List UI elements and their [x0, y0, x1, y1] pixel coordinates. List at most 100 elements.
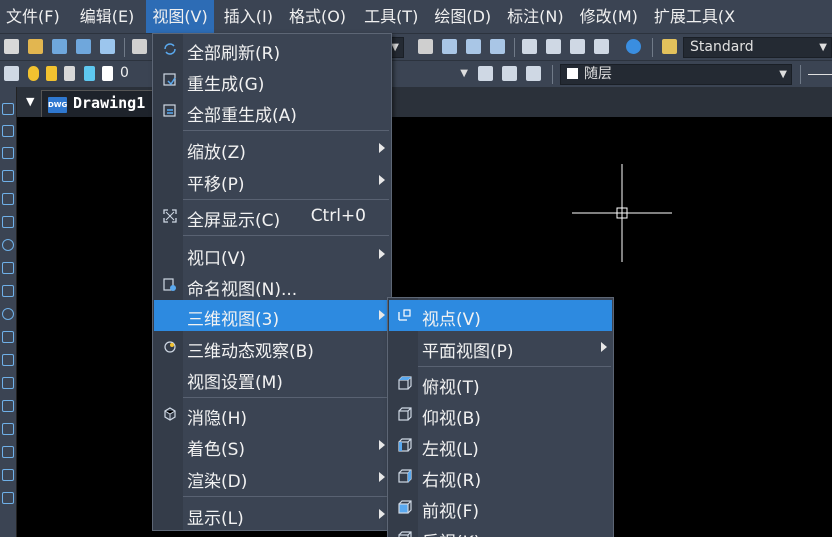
menu-item-label: 命名视图(N)... [187, 280, 298, 300]
menu-item-left-view[interactable]: 左视(L) [389, 430, 612, 461]
layer-dropdown[interactable]: ▼ [390, 64, 472, 85]
line-tool-icon[interactable] [2, 103, 14, 115]
menu-separator [183, 235, 389, 236]
tool-palette-icon[interactable] [570, 39, 585, 54]
menu-item-viewpoint[interactable]: 视点(V) [389, 300, 612, 331]
menu-item-right-view[interactable]: 右视(R) [389, 461, 612, 492]
ellipse-arc-icon[interactable] [2, 331, 14, 343]
insert-block-icon[interactable] [2, 354, 14, 366]
properties-icon[interactable] [522, 39, 537, 54]
layer-toolbar: 0 ▼ 随层 ▼ [0, 60, 832, 87]
spline-tool-icon[interactable] [2, 285, 14, 297]
menu-item-view-settings[interactable]: 视图设置(M) [154, 363, 390, 394]
menu-tools[interactable]: 工具(T) [358, 0, 424, 33]
menu-format[interactable]: 格式(O) [283, 0, 352, 33]
menu-item-back-view[interactable]: 后视(K) [389, 523, 612, 537]
menu-item-regen-all[interactable]: 全部重生成(A) [154, 96, 390, 127]
menu-item-shade[interactable]: 着色(S) [154, 430, 390, 461]
menu-item-3d-orbit[interactable]: 三维动态观察(B) [154, 332, 390, 363]
zoom-previous-icon[interactable] [490, 39, 505, 54]
color-dropdown[interactable]: 随层 ▼ [560, 64, 792, 85]
zoom-realtime-icon[interactable] [442, 39, 457, 54]
design-center-icon[interactable] [546, 39, 561, 54]
menu-item-zoom[interactable]: 缩放(Z) [154, 133, 390, 164]
menu-file[interactable]: 文件(F) [0, 0, 66, 33]
layer-previous-icon[interactable] [478, 66, 493, 81]
menu-item-plan-view[interactable]: 平面视图(P) [389, 332, 612, 363]
layer-on-bulb-icon[interactable] [28, 66, 39, 81]
menu-item-bottom-view[interactable]: 仰视(B) [389, 399, 612, 430]
menu-item-label: 后视(K) [422, 528, 480, 537]
print-icon[interactable] [132, 39, 147, 54]
construction-line-icon[interactable] [2, 125, 14, 137]
menu-item-label: 视图设置(M) [187, 373, 283, 393]
layer-manager-icon[interactable] [4, 66, 19, 81]
zoom-window-icon[interactable] [466, 39, 481, 54]
menu-modify[interactable]: 修改(M) [574, 0, 644, 33]
circle-tool-icon[interactable] [2, 239, 14, 251]
chevron-down-icon: ▼ [819, 42, 827, 53]
arc-tool-icon[interactable] [2, 216, 14, 228]
menu-item-label: 全部刷新(R) [187, 44, 281, 64]
layer-freeze-sun-icon[interactable] [46, 66, 57, 81]
menu-dimension[interactable]: 标注(N) [501, 0, 569, 33]
menu-item-label: 着色(S) [187, 440, 246, 460]
submenu-arrow-icon [379, 472, 385, 482]
layer-lock-icon[interactable] [84, 66, 95, 81]
menu-item-top-view[interactable]: 俯视(T) [389, 368, 612, 399]
multi-window-icon[interactable] [100, 39, 115, 54]
menu-item-redraw-all[interactable]: 全部刷新(R) [154, 34, 390, 65]
toolbar-dropdown-left[interactable]: ▼ [390, 37, 404, 58]
point-tool-icon[interactable] [2, 400, 14, 412]
make-block-icon[interactable] [2, 377, 14, 389]
mtext-tool-icon[interactable] [2, 492, 14, 504]
menu-extend-tools[interactable]: 扩展工具(X [648, 0, 741, 33]
menu-item-named-views[interactable]: 命名视图(N)... [154, 270, 390, 301]
menu-draw[interactable]: 绘图(D) [428, 0, 497, 33]
revision-cloud-icon[interactable] [2, 262, 14, 274]
region-tool-icon[interactable] [2, 446, 14, 458]
help-icon[interactable] [626, 39, 641, 54]
refresh-icon [164, 43, 176, 55]
tab-list-caret-icon[interactable]: ▼ [26, 95, 34, 108]
new-file-icon[interactable] [4, 39, 19, 54]
menu-item-regen[interactable]: 重生成(G) [154, 65, 390, 96]
toolbar-separator [514, 38, 515, 57]
menu-item-pan[interactable]: 平移(P) [154, 165, 390, 196]
text-style-dropdown[interactable]: Standard ▼ [683, 37, 832, 58]
save-icon[interactable] [52, 39, 67, 54]
menu-insert[interactable]: 插入(I) [218, 0, 279, 33]
save-as-icon[interactable] [76, 39, 91, 54]
chevron-down-icon: ▼ [779, 69, 787, 80]
layer-state-icon[interactable] [502, 66, 517, 81]
ellipse-tool-icon[interactable] [2, 308, 14, 320]
layer-viewport-icon[interactable] [64, 66, 75, 81]
menu-item-label: 三维视图(3) [187, 310, 280, 330]
pan-hand-icon[interactable] [418, 39, 433, 54]
menu-item-3d-views[interactable]: 三维视图(3) [154, 300, 390, 331]
layer-color-icon[interactable] [102, 66, 113, 81]
lineweight-preview[interactable] [808, 74, 832, 75]
menu-edit[interactable]: 编辑(E) [74, 0, 141, 33]
open-folder-icon[interactable] [28, 39, 43, 54]
menu-view[interactable]: 视图(V) [146, 0, 214, 33]
menu-item-viewports[interactable]: 视口(V) [154, 239, 390, 270]
menu-item-label: 仰视(B) [422, 409, 481, 429]
rectangle-tool-icon[interactable] [2, 193, 14, 205]
submenu-arrow-icon [379, 175, 385, 185]
menu-item-label: 缩放(Z) [187, 143, 246, 163]
text-style-icon[interactable] [662, 39, 677, 54]
menu-item-label: 左视(L) [422, 440, 479, 460]
layer-value[interactable]: 0 [120, 65, 129, 81]
polyline-tool-icon[interactable] [2, 147, 14, 159]
menu-item-hide[interactable]: 消隐(H) [154, 399, 390, 430]
sheet-set-icon[interactable] [594, 39, 609, 54]
layer-match-icon[interactable] [526, 66, 541, 81]
polygon-tool-icon[interactable] [2, 170, 14, 182]
menu-item-render[interactable]: 渲染(D) [154, 462, 390, 493]
hatch-tool-icon[interactable] [2, 423, 14, 435]
menu-item-fullscreen[interactable]: 全屏显示(C) Ctrl+0 [154, 201, 390, 232]
menu-item-front-view[interactable]: 前视(F) [389, 492, 612, 523]
menu-item-display[interactable]: 显示(L) [154, 499, 390, 530]
table-tool-icon[interactable] [2, 469, 14, 481]
